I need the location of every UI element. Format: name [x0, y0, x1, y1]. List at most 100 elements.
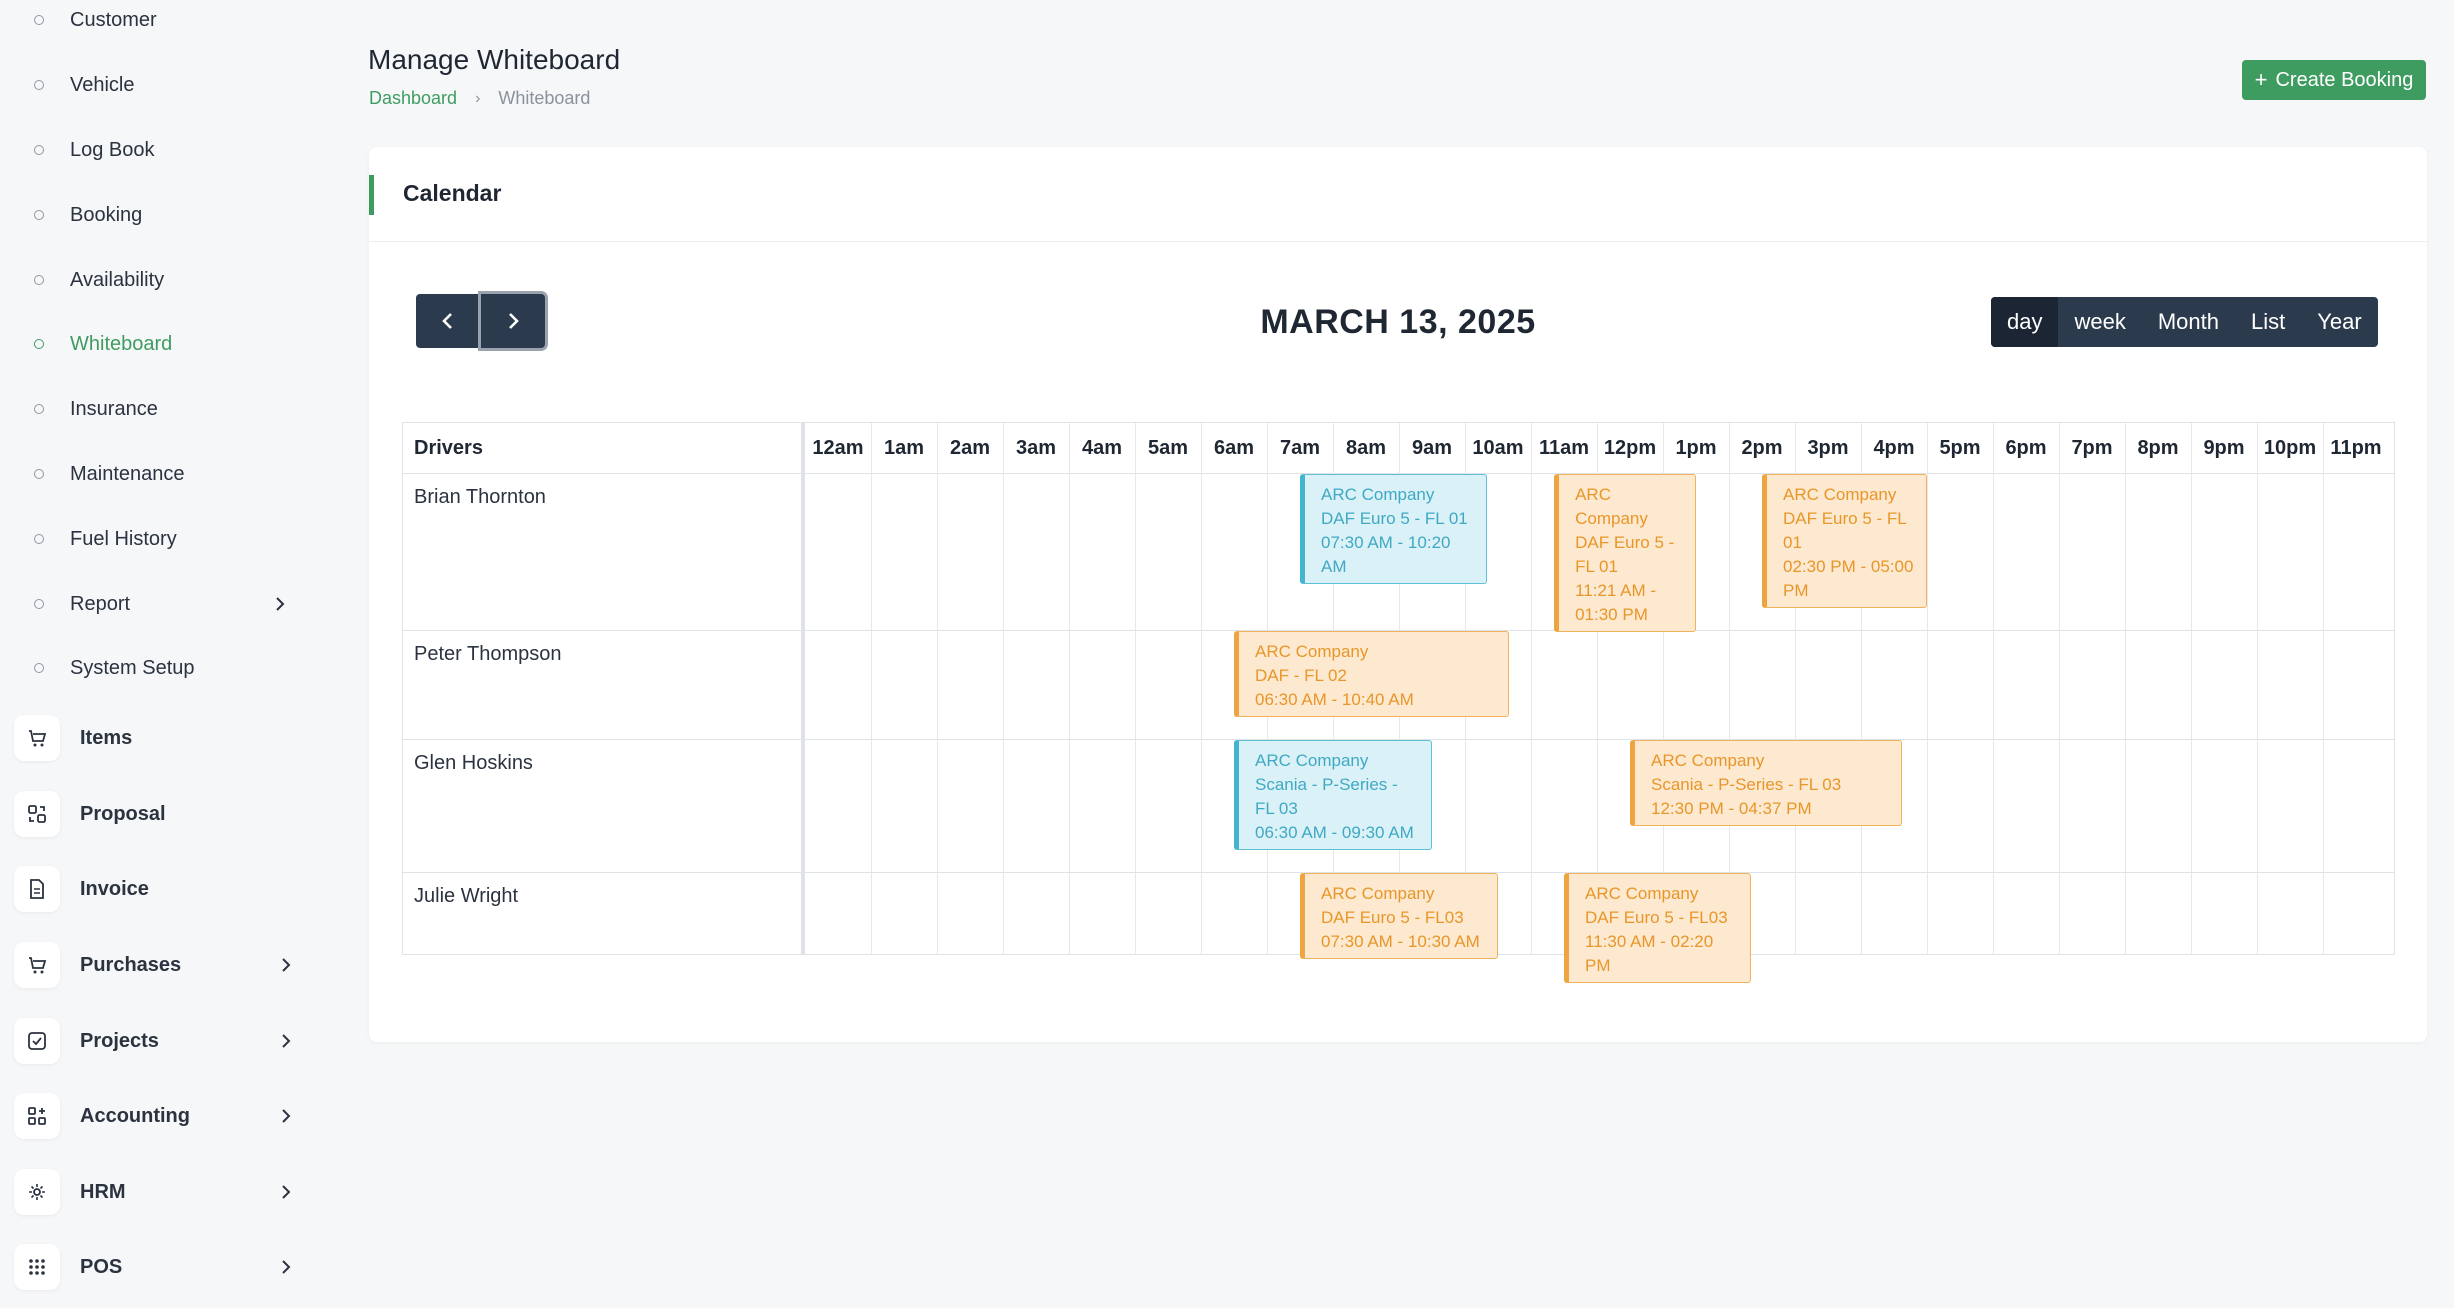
sidebar-item-proposal[interactable]: Proposal [14, 786, 304, 842]
next-button[interactable] [481, 294, 545, 348]
sidebar-item-label: Purchases [80, 953, 182, 976]
sidebar-item-invoice[interactable]: Invoice [14, 861, 304, 917]
create-booking-label: Create Booking [2275, 68, 2414, 91]
booking-event[interactable]: ARC Company DAF Euro 5 - FL 01 11:21 AM - … [1554, 474, 1696, 632]
hour-label: 8am [1345, 437, 1387, 459]
breadcrumb-dashboard-link[interactable]: Dashboard [369, 88, 457, 109]
driver-name: Peter Thompson [414, 643, 562, 665]
hour-column-line [1531, 423, 1532, 954]
sidebar-item-label: HRM [80, 1180, 126, 1203]
booking-event[interactable]: ARC Company Scania - P-Series - FL 03 06:3… [1234, 740, 1432, 850]
breadcrumb: Dashboard › Whiteboard [369, 88, 590, 109]
apps-icon [14, 1093, 60, 1139]
sidebar-item-label: Proposal [80, 802, 166, 825]
sidebar-item-customer[interactable]: Customer [34, 0, 157, 40]
sidebar-item-projects[interactable]: Projects [14, 1013, 304, 1069]
event-time: 12:30 PM - 04:37 PM [1651, 799, 1812, 818]
booking-event[interactable]: ARC Company DAF Euro 5 - FL03 11:30 AM - 0… [1564, 873, 1751, 983]
view-list-button[interactable]: List [2235, 297, 2301, 347]
event-vehicle: DAF Euro 5 - FL 01 [1575, 533, 1675, 576]
hour-label: 1pm [1675, 437, 1717, 459]
hour-label: 4pm [1873, 437, 1915, 459]
booking-event[interactable]: ARC Company DAF Euro 5 - FL 01 07:30 AM - … [1300, 474, 1487, 584]
cart-icon [14, 715, 60, 761]
sidebar-item-hrm[interactable]: HRM [14, 1164, 304, 1220]
sidebar-item-maintenance[interactable]: Maintenance [34, 454, 185, 494]
driver-name: Brian Thornton [414, 486, 546, 508]
event-vehicle: DAF Euro 5 - FL 01 [1321, 509, 1468, 528]
hour-label: 5am [1147, 437, 1189, 459]
event-vehicle: DAF - FL 02 [1255, 666, 1347, 685]
chevron-right-icon [282, 1109, 291, 1123]
bullet-icon [34, 15, 44, 25]
sidebar-item-report[interactable]: Report [34, 584, 294, 624]
sidebar-item-availability[interactable]: Availability [34, 260, 164, 300]
calendar-card: Calendar MARCH 13, 2025 day week Month L… [369, 147, 2427, 1042]
chevron-right-icon: › [475, 89, 481, 107]
view-week-button[interactable]: week [2058, 297, 2141, 347]
chevron-right-icon [282, 1185, 291, 1199]
bullet-icon [34, 469, 44, 479]
chevron-right-icon [282, 958, 291, 972]
view-day-button[interactable]: day [1991, 297, 2059, 347]
grid-dots-icon [14, 1244, 60, 1290]
sidebar-item-system-setup[interactable]: System Setup [34, 648, 195, 688]
sidebar-item-label: Fuel History [70, 527, 177, 550]
sidebar-item-log-book[interactable]: Log Book [34, 130, 155, 170]
page-title: Manage Whiteboard [368, 44, 621, 75]
hour-label: 7am [1279, 437, 1321, 459]
file-icon [14, 866, 60, 912]
sidebar-item-pos[interactable]: POS [14, 1239, 304, 1295]
card-accent-bar [369, 175, 374, 215]
booking-event[interactable]: ARC Company DAF Euro 5 - FL 01 02:30 PM - … [1762, 474, 1927, 608]
hour-label: 7pm [2071, 437, 2113, 459]
chevron-right-icon [509, 313, 519, 329]
chevron-right-icon [276, 597, 285, 611]
sidebar-item-label: Insurance [70, 397, 158, 420]
sidebar-item-vehicle[interactable]: Vehicle [34, 65, 135, 105]
event-vehicle: DAF Euro 5 - FL03 [1321, 908, 1464, 927]
hour-column-line [2059, 423, 2060, 954]
hour-column-line [871, 423, 872, 954]
hour-label: 3am [1015, 437, 1057, 459]
event-company: ARC Company [1783, 485, 1897, 504]
sidebar-item-insurance[interactable]: Insurance [34, 389, 158, 429]
hour-column-line [2191, 423, 2192, 954]
sidebar-item-label: Log Book [70, 138, 155, 161]
sidebar-item-fuel-history[interactable]: Fuel History [34, 519, 177, 559]
sidebar-item-items[interactable]: Items [14, 710, 304, 766]
sidebar-item-whiteboard[interactable]: Whiteboard [34, 324, 172, 364]
chevron-left-icon [442, 313, 452, 329]
booking-event[interactable]: ARC Company DAF Euro 5 - FL03 07:30 AM - 1… [1300, 873, 1498, 959]
sidebar-item-purchases[interactable]: Purchases [14, 937, 304, 993]
resource-column-divider [801, 423, 805, 954]
hour-label: 1am [883, 437, 925, 459]
booking-event[interactable]: ARC Company Scania - P-Series - FL 03 12:3… [1630, 740, 1902, 826]
booking-event[interactable]: ARC Company DAF - FL 02 06:30 AM - 10:40 A… [1234, 631, 1510, 717]
sidebar-item-label: Customer [70, 8, 157, 31]
event-vehicle: Scania - P-Series - FL 03 [1651, 775, 1842, 794]
hour-column-line [1927, 423, 1928, 954]
prev-button[interactable] [416, 294, 480, 348]
sidebar-item-label: Projects [80, 1029, 159, 1052]
hour-label: 10am [1472, 437, 1524, 459]
create-booking-button[interactable]: + Create Booking [2242, 60, 2426, 100]
event-vehicle: DAF Euro 5 - FL 01 [1783, 509, 1907, 552]
view-year-button[interactable]: Year [2301, 297, 2377, 347]
sidebar-item-booking[interactable]: Booking [34, 195, 142, 235]
event-time: 11:30 AM - 02:20 PM [1585, 932, 1714, 975]
event-time: 06:30 AM - 10:40 AM [1255, 690, 1414, 709]
view-month-button[interactable]: Month [2142, 297, 2235, 347]
event-vehicle: DAF Euro 5 - FL03 [1585, 908, 1728, 927]
card-header: Calendar [369, 147, 2427, 242]
sidebar-item-label: Vehicle [70, 73, 135, 96]
sidebar-item-accounting[interactable]: Accounting [14, 1088, 304, 1144]
hour-label: 9pm [2203, 437, 2245, 459]
sidebar-item-label: Whiteboard [70, 332, 173, 355]
hour-column-line [937, 423, 938, 954]
sidebar-item-label: Maintenance [70, 462, 185, 485]
hour-label: 11pm [2330, 437, 2382, 459]
bullet-icon [34, 663, 44, 673]
hour-column-line [2323, 423, 2324, 954]
hour-label: 9am [1411, 437, 1453, 459]
